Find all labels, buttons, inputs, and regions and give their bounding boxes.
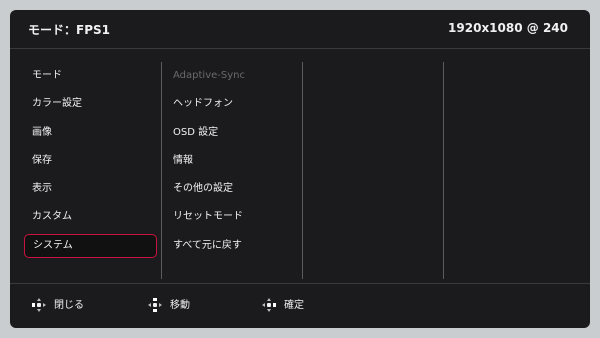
menu-item-label: 表示 xyxy=(32,183,52,195)
dpad-right-icon xyxy=(262,298,276,312)
menu-item-label: 画像 xyxy=(32,126,52,138)
submenu-item-label: OSD 設定 xyxy=(173,126,219,138)
menu-item-label: システム xyxy=(33,239,73,251)
current-mode-label: モード：FPS1 xyxy=(28,23,110,37)
main-menu: モード カラー設定 画像 保存 表示 カスタム システム xyxy=(24,62,157,258)
menu-item-system[interactable]: システム xyxy=(24,233,157,258)
resolution-label: 1920x1080 @ 240 xyxy=(448,21,568,35)
osd-header: モード：FPS1 1920x1080 @ 240 xyxy=(10,10,590,49)
submenu-item-osd-settings[interactable]: OSD 設定 xyxy=(173,119,303,147)
column-divider xyxy=(443,62,444,279)
submenu-item-label: Adaptive-Sync xyxy=(173,70,245,81)
hint-close: 閉じる xyxy=(32,298,84,314)
menu-item-display[interactable]: 表示 xyxy=(24,175,157,203)
menu-item-label: モード xyxy=(32,70,62,81)
menu-item-color-settings[interactable]: カラー設定 xyxy=(24,90,157,118)
menu-item-save[interactable]: 保存 xyxy=(24,147,157,175)
hint-confirm: 確定 xyxy=(262,298,304,314)
submenu-item-headphone[interactable]: ヘッドフォン xyxy=(173,90,303,118)
system-submenu: Adaptive-Sync ヘッドフォン OSD 設定 情報 その他の設定 リセ… xyxy=(173,62,303,260)
hint-confirm-label: 確定 xyxy=(284,300,304,311)
submenu-item-label: ヘッドフォン xyxy=(173,98,233,110)
menu-item-custom[interactable]: カスタム xyxy=(24,203,157,231)
menu-item-picture[interactable]: 画像 xyxy=(24,119,157,147)
submenu-item-reset-mode[interactable]: リセットモード xyxy=(173,203,303,231)
submenu-item-adaptive-sync: Adaptive-Sync xyxy=(173,62,303,90)
menu-item-label: 保存 xyxy=(32,154,52,166)
hint-move-label: 移動 xyxy=(170,300,190,311)
submenu-item-label: その他の設定 xyxy=(173,183,233,195)
submenu-item-information[interactable]: 情報 xyxy=(173,147,303,175)
osd-menu-panel: モード：FPS1 1920x1080 @ 240 モード カラー設定 画像 保存… xyxy=(10,10,590,328)
column-divider xyxy=(161,62,162,279)
dpad-updown-icon xyxy=(148,298,162,312)
hint-close-label: 閉じる xyxy=(54,300,84,311)
hint-move: 移動 xyxy=(148,298,190,314)
osd-footer: 閉じる 移動 確定 xyxy=(10,283,590,328)
menu-item-label: カラー設定 xyxy=(32,98,82,110)
dpad-left-icon xyxy=(32,298,46,312)
submenu-item-reset-all[interactable]: すべて元に戻す xyxy=(173,232,303,260)
submenu-item-label: リセットモード xyxy=(173,211,243,223)
monitor-screen: モード：FPS1 1920x1080 @ 240 モード カラー設定 画像 保存… xyxy=(0,0,600,338)
menu-item-mode[interactable]: モード xyxy=(24,62,157,90)
submenu-item-label: すべて元に戻す xyxy=(173,239,242,251)
submenu-item-other-settings[interactable]: その他の設定 xyxy=(173,175,303,203)
menu-item-label: カスタム xyxy=(32,211,72,223)
submenu-item-label: 情報 xyxy=(173,154,193,166)
